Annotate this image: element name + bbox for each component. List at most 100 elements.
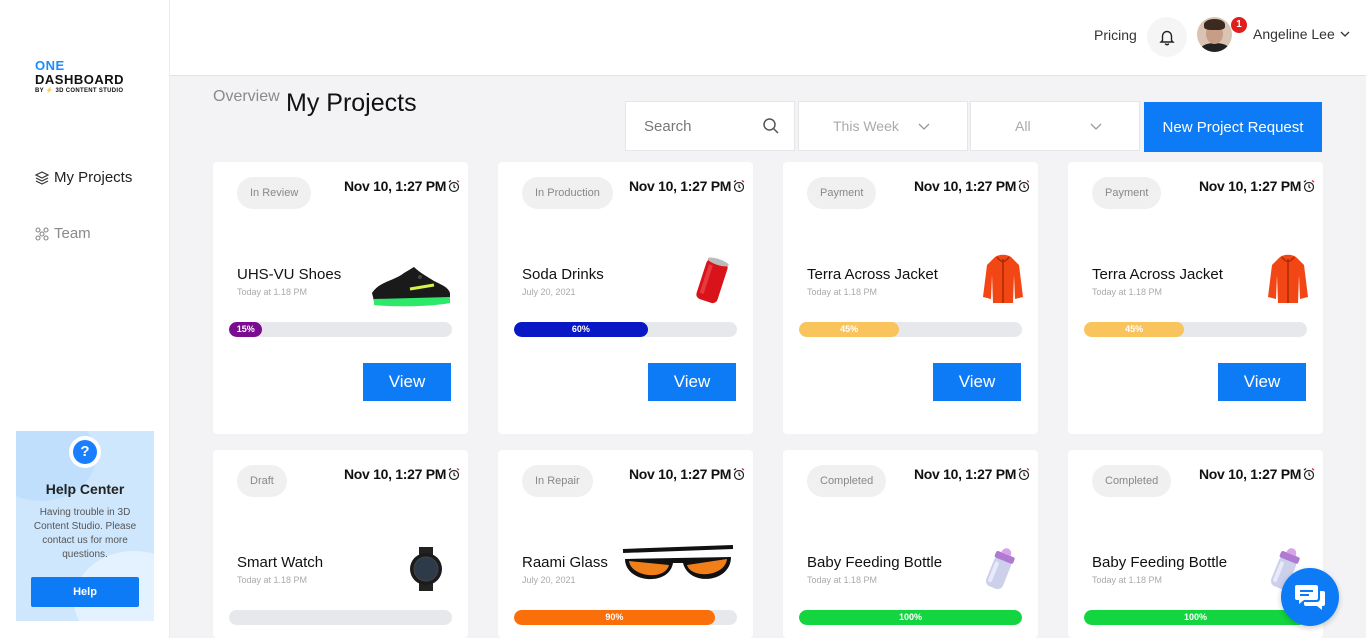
progress-bar: 45% [1084, 322, 1307, 337]
chat-button[interactable] [1281, 568, 1339, 626]
smartwatch-image [406, 547, 446, 596]
view-button[interactable]: View [933, 363, 1021, 401]
pricing-link[interactable]: Pricing [1094, 27, 1137, 43]
progress-bar: 15% [229, 322, 452, 337]
sidebar-item-label: My Projects [54, 169, 133, 186]
project-name: Soda Drinks [522, 266, 604, 283]
team-icon [35, 226, 49, 241]
help-center-card: ? Help Center Having trouble in 3D Conte… [16, 431, 154, 621]
project-card[interactable]: Payment Nov 10, 1:27 PM Terra Across Jac… [1068, 162, 1323, 434]
progress-bar: 100% [799, 610, 1022, 625]
due-date: Nov 10, 1:27 PM [1199, 178, 1316, 194]
project-name: Baby Feeding Bottle [1092, 554, 1228, 571]
user-menu[interactable]: Angeline Lee [1253, 26, 1351, 42]
chat-icon [1295, 585, 1325, 610]
alarm-clock-icon [1018, 468, 1030, 481]
period-filter-dropdown[interactable]: This Week [798, 101, 968, 151]
view-button[interactable]: View [648, 363, 736, 401]
project-updated: Today at 1.18 PM [807, 575, 878, 585]
status-badge: In Production [522, 177, 613, 209]
top-header: Pricing 1 Angeline Lee [170, 0, 1366, 76]
project-updated: Today at 1.18 PM [237, 575, 308, 585]
logo-line-3: BY ⚡ 3D CONTENT STUDIO [35, 88, 124, 94]
project-name: Raami Glass [522, 554, 608, 571]
project-updated: July 20, 2021 [522, 575, 576, 585]
jacket-image [1266, 253, 1310, 310]
progress-fill: 45% [1084, 322, 1185, 337]
logo-line-1: ONE [35, 58, 65, 73]
progress-fill: 60% [514, 322, 648, 337]
sneaker-image [370, 259, 452, 314]
due-date: Nov 10, 1:27 PM [344, 466, 461, 482]
project-name: UHS-VU Shoes [237, 266, 342, 283]
alarm-clock-icon [733, 468, 745, 481]
due-date: Nov 10, 1:27 PM [344, 178, 461, 194]
progress-bar [229, 610, 452, 625]
alarm-clock-icon [448, 180, 460, 193]
view-button[interactable]: View [363, 363, 451, 401]
project-updated: Today at 1.18 PM [237, 287, 308, 297]
user-name: Angeline Lee [1253, 26, 1335, 42]
alarm-clock-icon [448, 468, 460, 481]
project-updated: Today at 1.18 PM [1092, 575, 1163, 585]
breadcrumb[interactable]: Overview [213, 88, 280, 106]
sidebar: ONE DASHBOARD BY ⚡ 3D CONTENT STUDIO My … [0, 0, 170, 638]
bell-icon [1159, 30, 1175, 46]
due-date: Nov 10, 1:27 PM [914, 178, 1031, 194]
project-updated: Today at 1.18 PM [807, 287, 878, 297]
soda-can-image [691, 256, 733, 311]
status-filter-dropdown[interactable]: All [970, 101, 1140, 151]
progress-bar: 60% [514, 322, 737, 337]
sunglasses-image [619, 543, 737, 596]
chevron-down-icon [918, 123, 930, 130]
brand-logo[interactable]: ONE DASHBOARD BY ⚡ 3D CONTENT STUDIO [35, 59, 124, 95]
project-name: Baby Feeding Bottle [807, 554, 943, 571]
sidebar-item-label: Team [54, 225, 91, 242]
progress-fill: 45% [799, 322, 900, 337]
question-icon: ? [69, 436, 101, 468]
alarm-clock-icon [1018, 180, 1030, 193]
status-badge: In Repair [522, 465, 593, 497]
project-card[interactable]: In Repair Nov 10, 1:27 PM Raami Glass Ju… [498, 450, 753, 638]
page-title: My Projects [286, 89, 417, 117]
help-title: Help Center [45, 481, 125, 497]
project-card[interactable]: Completed Nov 10, 1:27 PM Baby Feeding B… [783, 450, 1038, 638]
help-button[interactable]: Help [31, 577, 139, 607]
chevron-down-icon [1340, 31, 1350, 37]
progress-fill: 15% [229, 322, 263, 337]
progress-fill: 100% [799, 610, 1022, 625]
alarm-clock-icon [1303, 468, 1315, 481]
avatar[interactable] [1197, 17, 1232, 52]
layers-icon [34, 170, 50, 185]
project-card[interactable]: In Production Nov 10, 1:27 PM Soda Drink… [498, 162, 753, 434]
logo-line-2: DASHBOARD [35, 72, 124, 87]
notification-badge: 1 [1231, 17, 1247, 33]
progress-bar: 100% [1084, 610, 1307, 625]
search-icon[interactable] [762, 117, 780, 135]
status-badge: Completed [1092, 465, 1172, 497]
view-button[interactable]: View [1218, 363, 1306, 401]
status-badge: Draft [237, 465, 287, 497]
progress-bar: 45% [799, 322, 1022, 337]
due-date: Nov 10, 1:27 PM [629, 466, 746, 482]
help-text: Having trouble in 3D Content Studio. Ple… [33, 507, 137, 560]
baby-bottle-image [980, 545, 1020, 598]
project-card[interactable]: Payment Nov 10, 1:27 PM Terra Across Jac… [783, 162, 1038, 434]
project-card[interactable]: In Review Nov 10, 1:27 PM UHS-VU Shoes T… [213, 162, 468, 434]
progress-fill: 90% [514, 610, 715, 625]
due-date: Nov 10, 1:27 PM [629, 178, 746, 194]
search-input[interactable] [644, 117, 754, 135]
alarm-clock-icon [733, 180, 745, 193]
new-project-request-button[interactable]: New Project Request [1144, 102, 1322, 152]
status-badge: Completed [807, 465, 887, 497]
search-field [625, 101, 795, 151]
project-name: Smart Watch [237, 554, 324, 571]
project-card[interactable]: Draft Nov 10, 1:27 PM Smart Watch Today … [213, 450, 468, 638]
notification-bell-button[interactable] [1147, 17, 1187, 57]
sidebar-item-team[interactable]: Team [34, 225, 91, 242]
sidebar-item-my-projects[interactable]: My Projects [34, 169, 132, 186]
chevron-down-icon [1090, 123, 1102, 130]
progress-bar: 90% [514, 610, 737, 625]
project-name: Terra Across Jacket [1092, 266, 1223, 283]
status-badge: In Review [237, 177, 312, 209]
